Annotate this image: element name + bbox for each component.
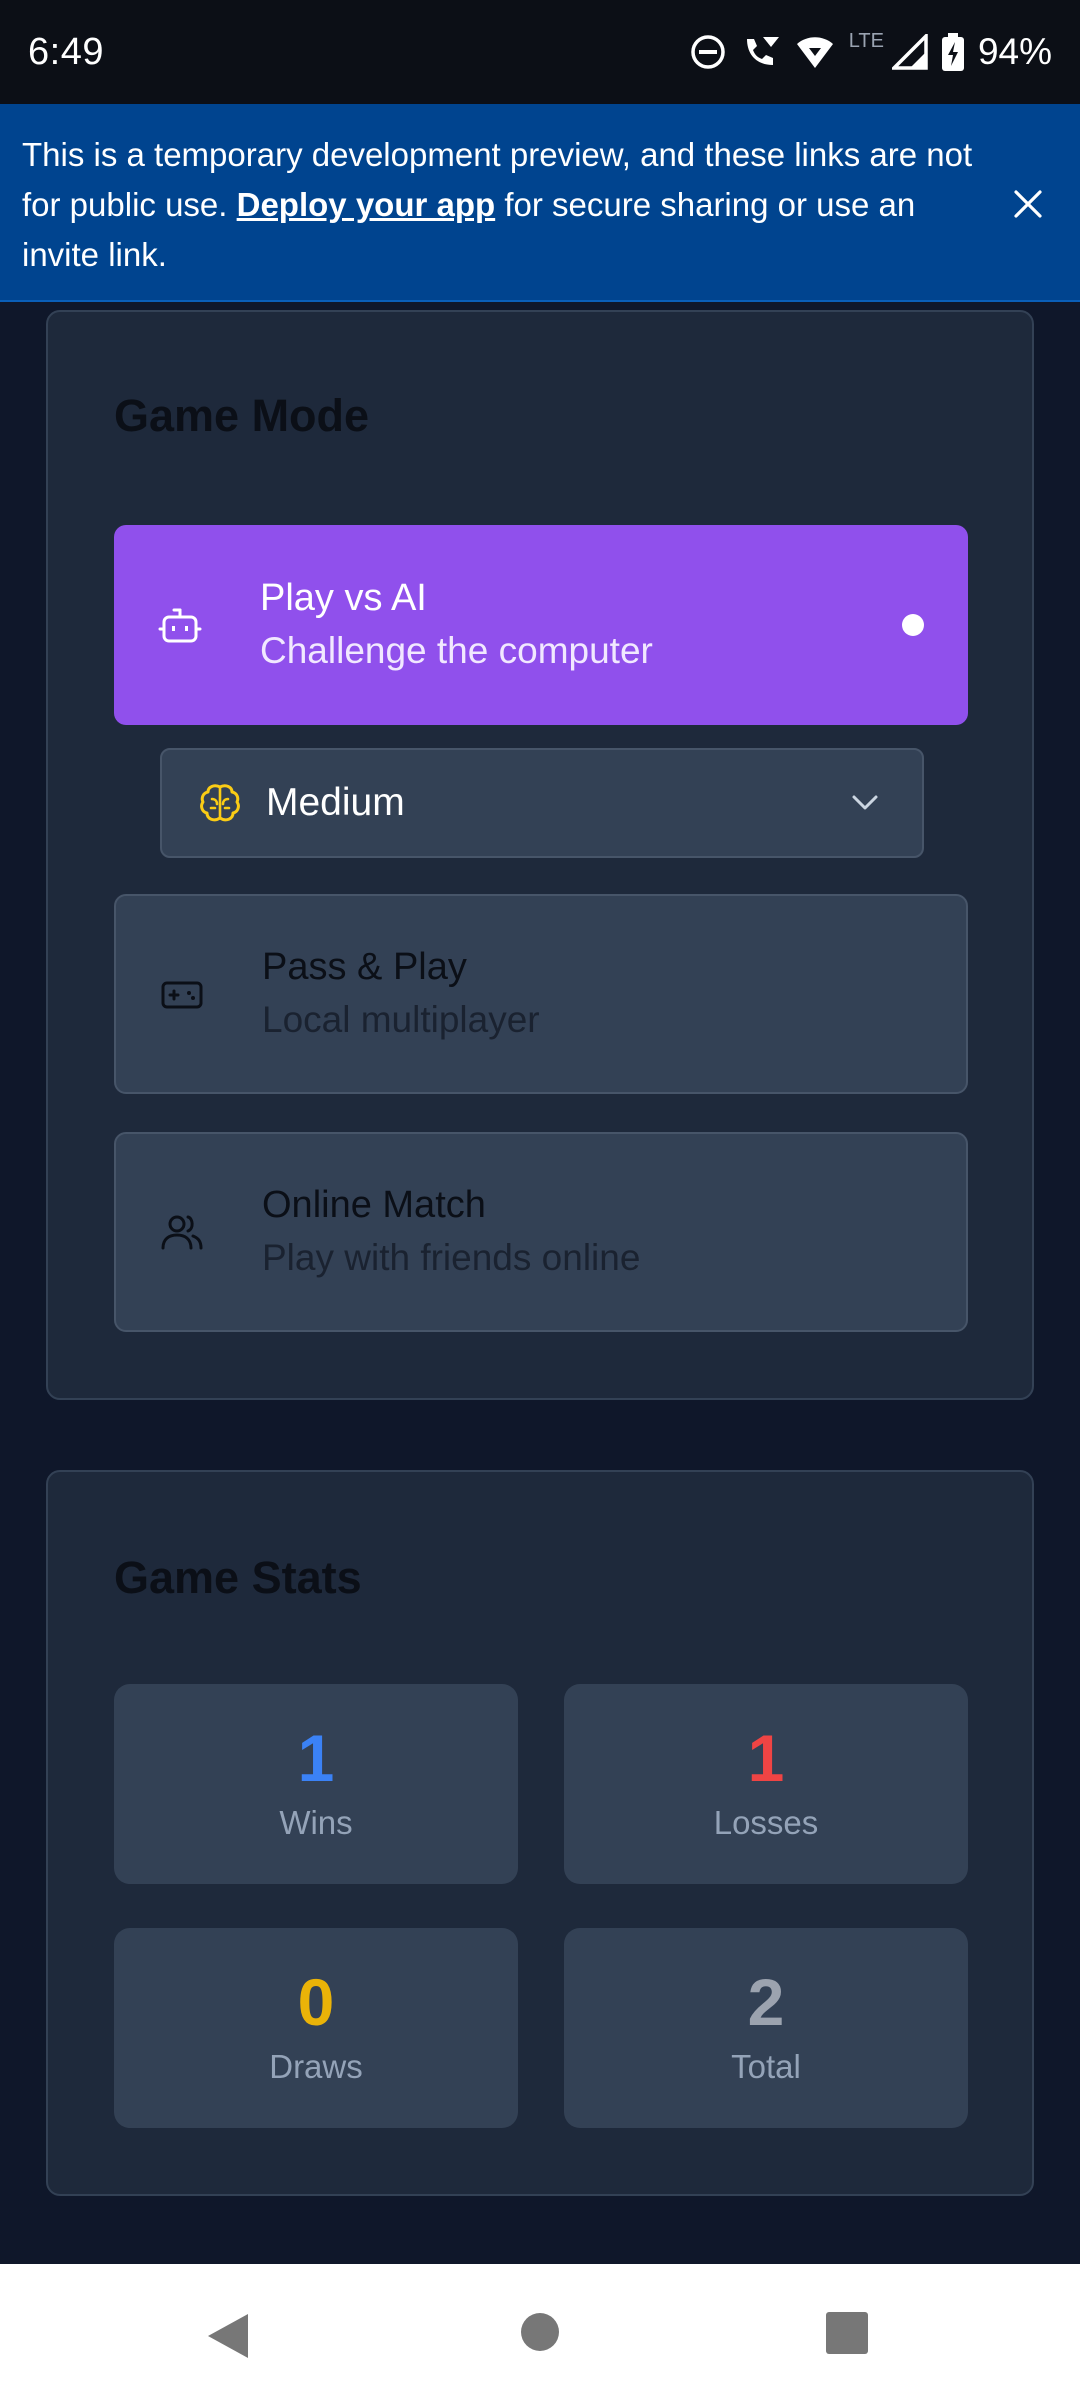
mode-option-play-vs-ai[interactable]: Play vs AI Challenge the computer	[114, 525, 968, 725]
mode-option-online-match[interactable]: Online Match Play with friends online	[114, 1132, 968, 1332]
game-stats-title: Game Stats	[114, 1552, 362, 1603]
mode-option-pass-and-play[interactable]: Pass & Play Local multiplayer	[114, 894, 968, 1094]
users-icon	[161, 1215, 203, 1250]
robot-icon	[158, 608, 202, 643]
mode-subtitle: Local multiplayer	[262, 999, 540, 1040]
stat-value: 0	[297, 1965, 335, 2039]
deploy-app-link[interactable]: Deploy your app	[237, 186, 496, 223]
close-icon	[1014, 190, 1042, 218]
stat-label: Losses	[713, 1804, 819, 1841]
stat-value: 1	[297, 1721, 335, 1795]
game-stats-card: Game Stats 1 Wins 1 Losses 0 Draws 2 Tot…	[46, 1470, 1034, 2196]
home-icon[interactable]	[520, 2312, 560, 2352]
gamepad-icon	[161, 981, 203, 1009]
stat-draws: 0 Draws	[114, 1928, 518, 2128]
preview-banner: This is a temporary development preview,…	[0, 104, 1080, 302]
back-icon[interactable]	[206, 2312, 250, 2360]
banner-text: This is a temporary development preview,…	[22, 130, 982, 280]
stat-losses: 1 Losses	[564, 1684, 968, 1884]
mode-subtitle: Play with friends online	[262, 1237, 641, 1278]
network-type: LTE	[848, 29, 884, 52]
status-bar: 6:49 LTE 94%	[0, 0, 1080, 104]
status-time: 6:49	[28, 30, 104, 73]
mode-text: Pass & Play Local multiplayer	[262, 941, 540, 1047]
signal-icon	[891, 34, 928, 70]
mode-subtitle: Challenge the computer	[260, 630, 653, 671]
system-nav-bar	[0, 2264, 1080, 2400]
selected-indicator	[902, 614, 924, 636]
difficulty-select[interactable]: Medium	[160, 748, 924, 858]
mode-text: Play vs AI Challenge the computer	[260, 572, 653, 678]
stat-label: Draws	[269, 2048, 363, 2085]
stat-label: Wins	[279, 1804, 353, 1841]
mode-title: Online Match	[262, 1184, 486, 1226]
recents-icon[interactable]	[826, 2312, 868, 2354]
stat-value: 1	[747, 1721, 785, 1795]
wifi-call-icon	[746, 37, 779, 65]
battery-charging-icon	[941, 33, 964, 71]
difficulty-value: Medium	[266, 781, 405, 824]
stat-wins: 1 Wins	[114, 1684, 518, 1884]
brain-icon	[200, 784, 240, 822]
stat-total: 2 Total	[564, 1928, 968, 2128]
mode-title: Pass & Play	[262, 946, 467, 988]
chevron-down-icon	[852, 795, 878, 810]
stat-value: 2	[747, 1965, 785, 2039]
stat-label: Total	[731, 2048, 801, 2085]
mode-title: Play vs AI	[260, 577, 427, 619]
close-banner-button[interactable]	[1006, 182, 1050, 226]
status-icons: LTE 94%	[689, 29, 1052, 73]
game-mode-card: Game Mode Play vs AI Challenge the compu…	[46, 310, 1034, 1400]
do-not-disturb-icon	[690, 35, 725, 69]
wifi-icon	[796, 37, 833, 68]
mode-text: Online Match Play with friends online	[262, 1179, 640, 1285]
game-mode-title: Game Mode	[114, 390, 370, 441]
battery-level: 94%	[977, 31, 1052, 72]
